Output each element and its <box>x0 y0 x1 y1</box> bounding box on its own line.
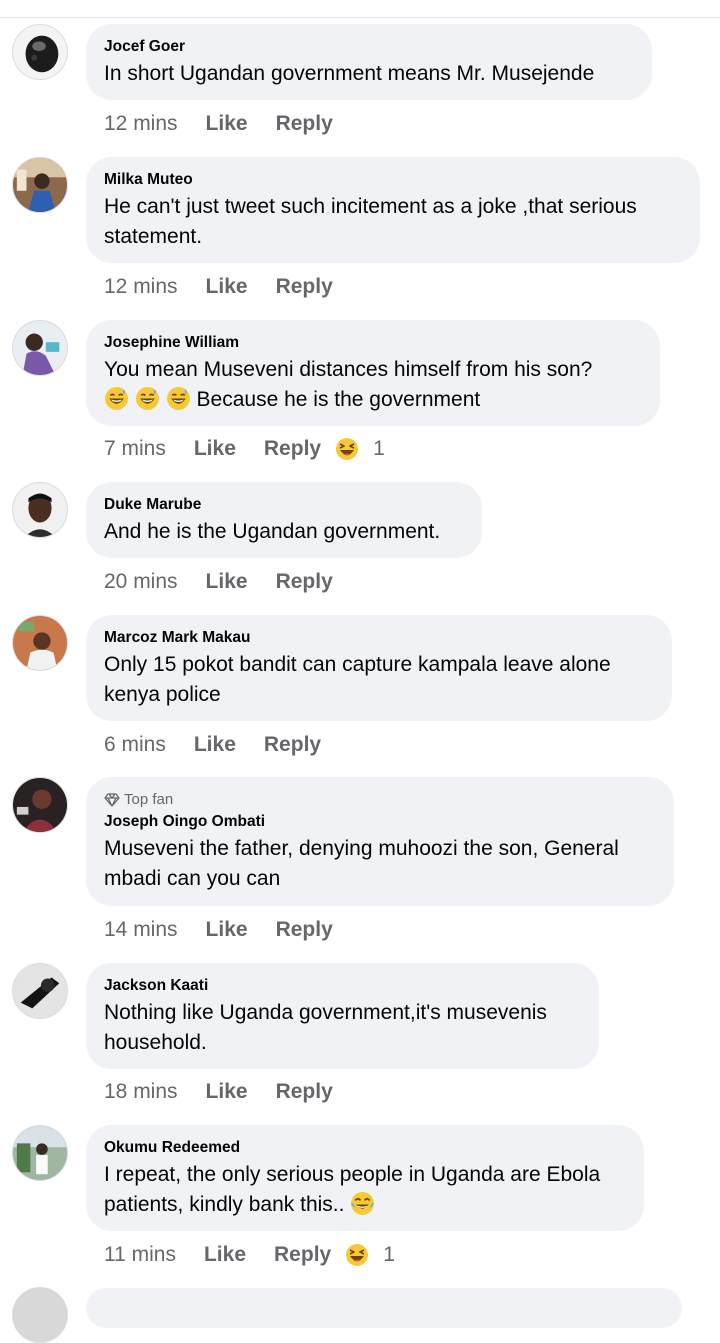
reply-button[interactable]: Reply <box>276 110 333 138</box>
comment-time[interactable]: 20 mins <box>104 568 178 596</box>
comment-text-segment: patients, kindly bank this.. <box>104 1193 345 1216</box>
reply-button[interactable]: Reply <box>274 1241 331 1269</box>
reply-button[interactable]: Reply <box>264 731 321 759</box>
diamond-icon <box>104 793 120 807</box>
avatar[interactable] <box>12 157 68 213</box>
comment-text: In short Ugandan government means Mr. Mu… <box>104 62 595 85</box>
reaction-summary[interactable]: 1 <box>335 435 385 463</box>
comment-bubble: Josephine William You mean Museveni dist… <box>86 320 660 426</box>
comment-text-line: household. <box>104 1031 207 1054</box>
grinning-sweat-emoji-icon <box>104 386 129 411</box>
comment-text: You mean Museveni distances himself from… <box>104 355 642 415</box>
top-fan-badge[interactable]: Top fan <box>104 790 656 810</box>
like-button[interactable]: Like <box>204 1241 246 1269</box>
comment-bubble: Okumu Redeemed I repeat, the only seriou… <box>86 1125 644 1231</box>
comment-actions: 12 mins Like Reply <box>104 110 333 138</box>
reaction-count: 1 <box>383 1243 395 1266</box>
like-button[interactable]: Like <box>194 435 236 463</box>
top-divider <box>0 17 720 18</box>
comment-time[interactable]: 18 mins <box>104 1078 178 1106</box>
comment-text: Only 15 pokot bandit can capture kampala… <box>104 650 654 710</box>
like-button[interactable]: Like <box>206 568 248 596</box>
comment-text-line: Only 15 pokot bandit can capture kampala… <box>104 653 611 676</box>
reaction-summary[interactable]: 1 <box>345 1241 395 1269</box>
grinning-sweat-emoji-icon <box>135 386 160 411</box>
avatar[interactable] <box>12 1125 68 1181</box>
comment-time[interactable]: 12 mins <box>104 273 178 301</box>
avatar[interactable] <box>12 963 68 1019</box>
comment-time[interactable]: 7 mins <box>104 435 166 463</box>
like-button[interactable]: Like <box>206 1078 248 1106</box>
comment-text-line: I repeat, the only serious people in Uga… <box>104 1163 601 1186</box>
comment-text-line: statement. <box>104 225 203 248</box>
next-comment-bubble-partial <box>86 1288 682 1328</box>
comment-text: He can't just tweet such incitement as a… <box>104 192 682 252</box>
comment-text-line: You mean Museveni distances himself from… <box>104 358 593 381</box>
comment-actions: 12 mins Like Reply <box>104 273 333 301</box>
like-button[interactable]: Like <box>206 916 248 944</box>
avatar[interactable] <box>12 777 68 833</box>
comment-text-line: Nothing like Uganda government,it's muse… <box>104 1001 547 1024</box>
comment-actions: 20 mins Like Reply <box>104 568 333 596</box>
comment-bubble: Milka Muteo He can't just tweet such inc… <box>86 157 700 263</box>
comment-author[interactable]: Okumu Redeemed <box>104 1138 626 1158</box>
comment-author[interactable]: Jocef Goer <box>104 37 634 57</box>
laughing-emoji-icon <box>335 437 359 461</box>
like-button[interactable]: Like <box>194 731 236 759</box>
comment-author[interactable]: Marcoz Mark Makau <box>104 628 654 648</box>
comment-author[interactable]: Jackson Kaati <box>104 976 581 996</box>
avatar[interactable] <box>12 24 68 80</box>
comment-bubble: Duke Marube And he is the Ugandan govern… <box>86 482 482 558</box>
comment-text: I repeat, the only serious people in Uga… <box>104 1160 626 1220</box>
comment-author[interactable]: Joseph Oingo Ombati <box>104 812 656 832</box>
next-comment-avatar-partial <box>12 1287 68 1343</box>
comment-text-line: kenya police <box>104 683 221 706</box>
comment-actions: 18 mins Like Reply <box>104 1078 333 1106</box>
comment-text: Museveni the father, denying muhoozi the… <box>104 834 656 894</box>
reply-button[interactable]: Reply <box>264 435 321 463</box>
comment-text-line: patients, kindly bank this.. <box>104 1190 626 1220</box>
comment-time[interactable]: 11 mins <box>104 1241 176 1269</box>
comment-author[interactable]: Josephine William <box>104 333 642 353</box>
like-button[interactable]: Like <box>206 273 248 301</box>
comment-text-line: mbadi can you can <box>104 867 281 890</box>
comment-time[interactable]: 6 mins <box>104 731 166 759</box>
comment-actions: 7 mins Like Reply 1 <box>104 435 385 463</box>
avatar[interactable] <box>12 482 68 538</box>
reply-button[interactable]: Reply <box>276 916 333 944</box>
top-fan-label: Top fan <box>124 791 174 808</box>
comment-text-line: He can't just tweet such incitement as a… <box>104 195 637 218</box>
like-button[interactable]: Like <box>206 110 248 138</box>
comment-actions: 14 mins Like Reply <box>104 916 333 944</box>
comment-author[interactable]: Duke Marube <box>104 495 464 515</box>
comment-text: Nothing like Uganda government,it's muse… <box>104 998 581 1058</box>
tears-of-joy-emoji-icon <box>350 1191 375 1216</box>
comment-bubble: Jocef Goer In short Ugandan government m… <box>86 24 652 100</box>
comment-time[interactable]: 12 mins <box>104 110 178 138</box>
avatar[interactable] <box>12 320 68 376</box>
comment-text: And he is the Ugandan government. <box>104 520 441 543</box>
comment-author[interactable]: Milka Muteo <box>104 170 682 190</box>
comment-text-suffix: Because he is the government <box>196 388 481 411</box>
comment-time[interactable]: 14 mins <box>104 916 178 944</box>
comment-bubble: Jackson Kaati Nothing like Uganda govern… <box>86 963 599 1069</box>
comment-bubble: Top fan Joseph Oingo Ombati Museveni the… <box>86 777 674 906</box>
reaction-count: 1 <box>373 437 385 460</box>
comment-actions: 6 mins Like Reply <box>104 731 321 759</box>
comment-actions: 11 mins Like Reply 1 <box>104 1241 395 1269</box>
avatar[interactable] <box>12 615 68 671</box>
grinning-sweat-emoji-icon <box>166 386 191 411</box>
comment-bubble: Marcoz Mark Makau Only 15 pokot bandit c… <box>86 615 672 721</box>
reply-button[interactable]: Reply <box>276 273 333 301</box>
reply-button[interactable]: Reply <box>276 568 333 596</box>
comment-text-line: Because he is the government <box>104 385 642 415</box>
laughing-emoji-icon <box>345 1243 369 1267</box>
reply-button[interactable]: Reply <box>276 1078 333 1106</box>
comment-text-line: Museveni the father, denying muhoozi the… <box>104 837 619 860</box>
